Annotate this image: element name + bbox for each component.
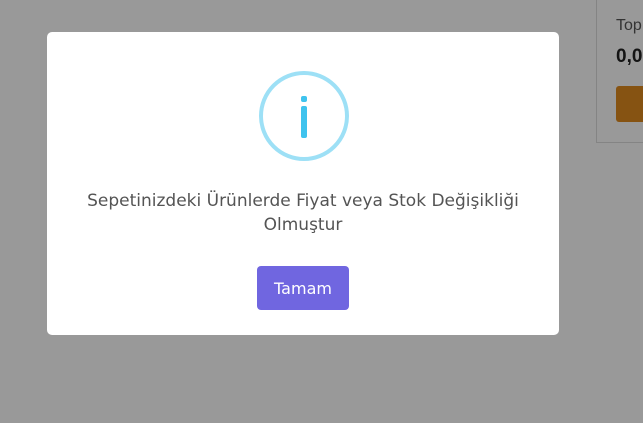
confirm-button[interactable]: Tamam <box>257 266 349 310</box>
page: Top 0,0 Sepetinizdeki Ürünlerde Fiyat ve… <box>0 0 643 423</box>
dialog-message: Sepetinizdeki Ürünlerde Fiyat veya Stok … <box>87 191 519 235</box>
info-icon-bar <box>301 106 307 138</box>
info-icon <box>259 71 349 161</box>
alert-dialog: Sepetinizdeki Ürünlerde Fiyat veya Stok … <box>47 32 559 335</box>
info-icon-dot <box>301 96 307 102</box>
